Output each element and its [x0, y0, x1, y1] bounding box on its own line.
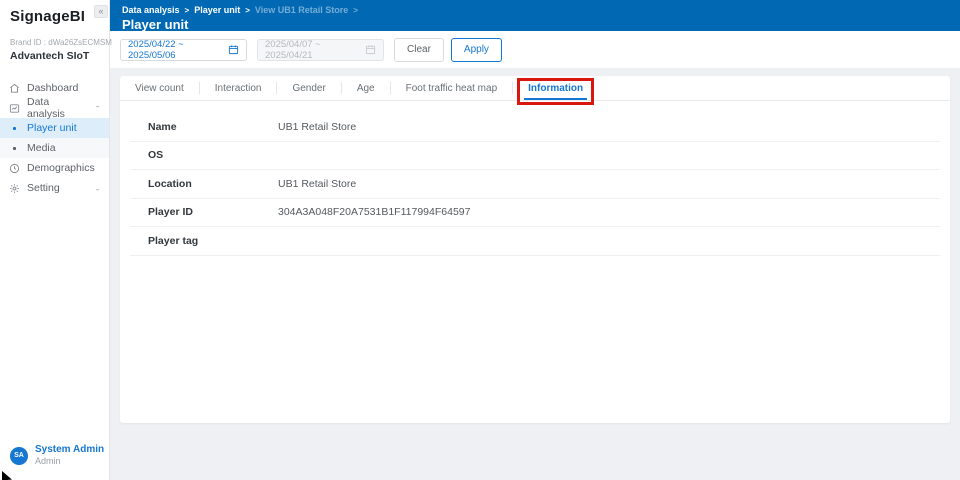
sidebar-item-demographics[interactable]: Demographics	[0, 158, 109, 178]
breadcrumb-view-store[interactable]: View UB1 Retail Store	[255, 5, 348, 15]
field-value: 304A3A048F20A7531B1F117994F64597	[278, 206, 470, 218]
breadcrumb-separator: >	[185, 6, 190, 15]
tab-view-count[interactable]: View count	[120, 76, 199, 100]
filter-bar: 2025/04/22 ~ 2025/05/06 2025/04/07 ~ 202…	[110, 31, 960, 68]
sidebar-item-label: Dashboard	[27, 82, 78, 94]
bullet-icon	[8, 142, 20, 154]
tab-label: Information	[528, 83, 583, 94]
tab-age[interactable]: Age	[342, 76, 390, 100]
field-row-os: OS	[130, 142, 940, 171]
avatar: SA	[10, 447, 28, 465]
calendar-icon	[365, 44, 376, 55]
sidebar-item-label: Player unit	[27, 122, 77, 134]
field-value: UB1 Retail Store	[278, 178, 356, 190]
field-row-player-tag: Player tag	[130, 227, 940, 256]
home-icon	[8, 82, 20, 94]
field-label: OS	[130, 149, 278, 161]
sidebar-collapse-button[interactable]: «	[94, 5, 108, 18]
user-text: System Admin Admin	[35, 444, 104, 467]
sidebar-item-setting[interactable]: Setting ⌄	[0, 178, 109, 198]
information-fields: Name UB1 Retail Store OS Location UB1 Re…	[130, 113, 940, 256]
breadcrumb: Data analysis > Player unit > View UB1 R…	[122, 5, 948, 15]
field-label: Name	[130, 121, 278, 133]
calendar-icon	[228, 44, 239, 55]
apply-button[interactable]: Apply	[451, 38, 502, 62]
user-role: Admin	[35, 456, 104, 467]
sidebar-item-media[interactable]: Media	[0, 138, 109, 158]
tab-information[interactable]: Information	[513, 76, 598, 100]
breadcrumb-data-analysis[interactable]: Data analysis	[122, 5, 180, 15]
sidebar-item-label: Demographics	[27, 162, 95, 174]
user-name: System Admin	[35, 444, 104, 456]
clock-icon	[8, 162, 20, 174]
app-logo: SignageBI	[10, 8, 99, 25]
sidebar-item-player-unit[interactable]: Player unit	[0, 118, 109, 138]
bullet-icon	[8, 122, 20, 134]
main-area: Data analysis > Player unit > View UB1 R…	[110, 0, 960, 480]
content-area: View count Interaction Gender Age Foot t…	[110, 68, 960, 480]
tab-bar: View count Interaction Gender Age Foot t…	[120, 76, 950, 101]
chevron-down-icon[interactable]: ⌄	[94, 184, 101, 191]
date-range-picker-compare[interactable]: 2025/04/07 ~ 2025/04/21	[257, 39, 384, 61]
sidebar-item-label: Setting	[27, 182, 60, 194]
tab-gender[interactable]: Gender	[277, 76, 340, 100]
date-range-picker-primary[interactable]: 2025/04/22 ~ 2025/05/06	[120, 39, 247, 61]
sidebar-item-dashboard[interactable]: Dashboard	[0, 78, 109, 98]
field-label: Location	[130, 178, 278, 190]
page-header: Data analysis > Player unit > View UB1 R…	[110, 0, 960, 31]
sidebar: SignageBI « Brand ID : dWa26ZsECMSM Adva…	[0, 0, 110, 480]
field-label: Player tag	[130, 235, 278, 247]
date-range-value: 2025/04/07 ~ 2025/04/21	[265, 39, 365, 61]
brand-id: Brand ID : dWa26ZsECMSM	[10, 38, 99, 47]
info-card: View count Interaction Gender Age Foot t…	[120, 76, 950, 423]
clear-button[interactable]: Clear	[394, 38, 444, 62]
chart-icon	[8, 102, 20, 114]
gear-icon	[8, 182, 20, 194]
date-range-value: 2025/04/22 ~ 2025/05/06	[128, 39, 228, 61]
breadcrumb-separator: >	[353, 6, 358, 15]
breadcrumb-separator: >	[245, 6, 250, 15]
field-row-name: Name UB1 Retail Store	[130, 113, 940, 142]
breadcrumb-player-unit[interactable]: Player unit	[194, 5, 240, 15]
sidebar-item-data-analysis[interactable]: Data analysis ⌃	[0, 98, 109, 118]
user-profile[interactable]: SA System Admin Admin	[10, 444, 104, 467]
field-value: UB1 Retail Store	[278, 121, 356, 133]
field-row-player-id: Player ID 304A3A048F20A7531B1F117994F645…	[130, 199, 940, 228]
logo-row: SignageBI «	[0, 0, 109, 25]
sidebar-item-label: Data analysis	[27, 96, 87, 120]
brand-name: Advantech SIoT	[10, 50, 99, 62]
field-row-location: Location UB1 Retail Store	[130, 170, 940, 199]
tab-foot-traffic-heat-map[interactable]: Foot traffic heat map	[391, 76, 513, 100]
field-label: Player ID	[130, 206, 278, 218]
brand-block: Brand ID : dWa26ZsECMSM Advantech SIoT	[0, 38, 109, 62]
sidebar-item-label: Media	[27, 142, 56, 154]
mouse-cursor	[2, 471, 14, 480]
tab-interaction[interactable]: Interaction	[200, 76, 277, 100]
sidebar-nav: Dashboard Data analysis ⌃ Player unit Me…	[0, 78, 109, 198]
chevron-up-icon[interactable]: ⌃	[94, 104, 101, 111]
page-title: Player unit	[122, 17, 948, 32]
